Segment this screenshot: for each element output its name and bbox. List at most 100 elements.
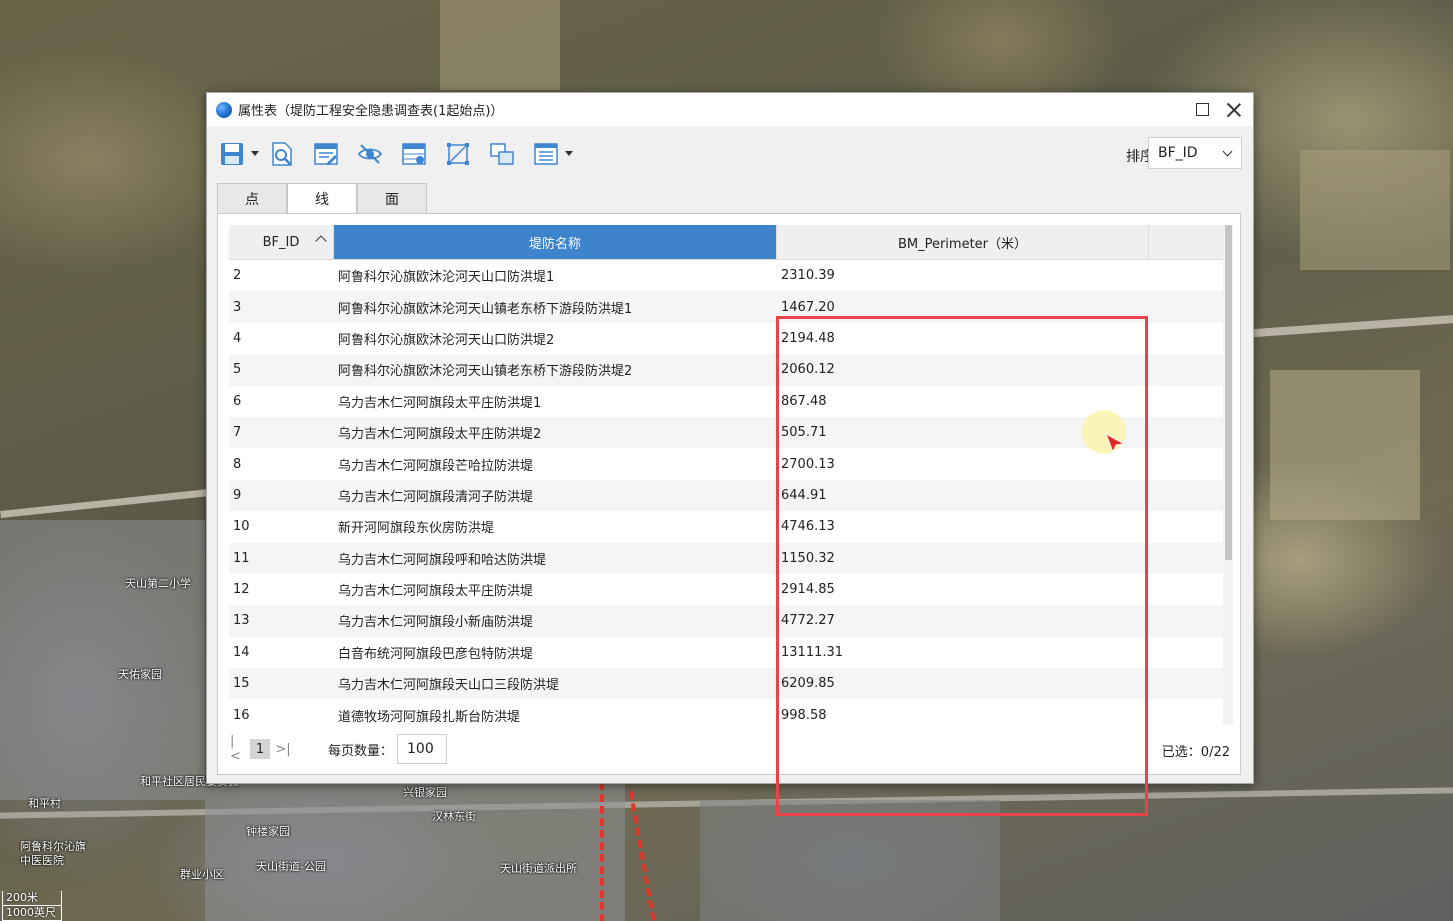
cell-dike-name[interactable]: 乌力吉木仁河阿旗段天山口三段防洪堤 xyxy=(334,668,777,699)
column-header-perimeter[interactable]: BM_Perimeter（米） xyxy=(777,225,1149,259)
cell-filler xyxy=(1149,511,1219,542)
cell-perimeter[interactable]: 6209.85 xyxy=(777,668,1149,699)
cell-bf-id[interactable]: 3 xyxy=(229,291,334,322)
map-label: 阿鲁科尔沁旗中医医院 xyxy=(20,840,86,867)
table-row[interactable]: 13 乌力吉木仁河阿旗段小新庙防洪堤 4772.27 xyxy=(229,605,1233,637)
column-header-bf-id[interactable]: BF_ID xyxy=(229,225,334,259)
cell-dike-name[interactable]: 乌力吉木仁河阿旗段小新庙防洪堤 xyxy=(334,605,777,636)
cell-dike-name[interactable]: 乌力吉木仁河阿旗段太平庄防洪堤2 xyxy=(334,417,777,448)
table-row[interactable]: 12 乌力吉木仁河阿旗段太平庄防洪堤 2914.85 xyxy=(229,574,1233,605)
vertical-scrollbar[interactable] xyxy=(1223,225,1233,725)
chevron-down-icon[interactable] xyxy=(251,151,259,156)
cell-dike-name[interactable]: 乌力吉木仁河阿旗段呼和哈达防洪堤 xyxy=(334,543,777,574)
cell-bf-id[interactable]: 11 xyxy=(229,543,334,574)
table-settings-button[interactable] xyxy=(401,140,429,168)
cell-perimeter[interactable]: 644.91 xyxy=(777,480,1149,511)
chevron-down-icon xyxy=(1222,146,1233,157)
link-button[interactable] xyxy=(489,140,517,168)
cell-perimeter[interactable]: 4772.27 xyxy=(777,605,1149,636)
tab-polygon[interactable]: 面 xyxy=(357,183,427,213)
cell-filler xyxy=(1149,699,1219,725)
preview-button[interactable] xyxy=(269,140,297,168)
table-row[interactable]: 9 乌力吉木仁河阿旗段清河子防洪堤 644.91 xyxy=(229,479,1233,512)
table-row[interactable]: 16 道德牧场河阿旗段扎斯台防洪堤 998.58 xyxy=(229,699,1233,725)
close-button[interactable] xyxy=(1217,93,1251,126)
maximize-button[interactable] xyxy=(1185,93,1219,126)
cell-bf-id[interactable]: 8 xyxy=(229,448,334,479)
cell-filler xyxy=(1149,354,1219,385)
tab-point[interactable]: 点 xyxy=(217,183,287,213)
cell-dike-name[interactable]: 阿鲁科尔沁旗欧沐沦河天山镇老东桥下游段防洪堤1 xyxy=(334,291,777,322)
per-page-input[interactable]: 100 xyxy=(397,734,448,764)
cell-perimeter[interactable]: 2700.13 xyxy=(777,448,1149,479)
cell-bf-id[interactable]: 5 xyxy=(229,354,334,385)
table-settings-icon xyxy=(402,143,426,165)
cell-perimeter[interactable]: 2060.12 xyxy=(777,354,1149,385)
hide-icon xyxy=(357,144,383,164)
cell-perimeter[interactable]: 2310.39 xyxy=(777,260,1149,291)
current-page-button[interactable]: 1 xyxy=(250,739,270,759)
table-row[interactable]: 5 阿鲁科尔沁旗欧沐沦河天山镇老东桥下游段防洪堤2 2060.12 xyxy=(229,354,1233,386)
cell-bf-id[interactable]: 14 xyxy=(229,637,334,668)
hide-button[interactable] xyxy=(357,140,385,168)
column-header-dike-name[interactable]: 堤防名称 xyxy=(334,225,777,259)
cell-perimeter[interactable]: 2914.85 xyxy=(777,574,1149,605)
first-page-icon[interactable]: |< xyxy=(230,734,244,764)
cell-bf-id[interactable]: 16 xyxy=(229,699,334,725)
last-page-icon[interactable]: >| xyxy=(275,742,290,757)
table-row[interactable]: 11 乌力吉木仁河阿旗段呼和哈达防洪堤 1150.32 xyxy=(229,542,1233,574)
chevron-down-icon[interactable] xyxy=(565,151,573,156)
app-logo-icon xyxy=(216,101,232,118)
column-header-label: BF_ID xyxy=(262,234,300,250)
cell-bf-id[interactable]: 2 xyxy=(229,260,334,291)
selected-count: 已选：0/22 xyxy=(1161,745,1230,760)
table-row[interactable]: 10 新开河阿旗段东伙房防洪堤 4746.13 xyxy=(229,511,1233,542)
table-row[interactable]: 8 乌力吉木仁河阿旗段芒哈拉防洪堤 2700.13 xyxy=(229,448,1233,479)
map-field xyxy=(440,0,560,90)
cell-bf-id[interactable]: 7 xyxy=(229,417,334,448)
cell-perimeter[interactable]: 998.58 xyxy=(777,699,1149,725)
table-row[interactable]: 6 乌力吉木仁河阿旗段太平庄防洪堤1 867.48 xyxy=(229,386,1233,417)
cell-perimeter[interactable]: 2194.48 xyxy=(777,323,1149,354)
cell-bf-id[interactable]: 15 xyxy=(229,668,334,699)
select-extent-button[interactable] xyxy=(445,140,473,168)
cell-dike-name[interactable]: 白音布统河阿旗段巴彦包特防洪堤 xyxy=(334,637,777,668)
cell-dike-name[interactable]: 道德牧场河阿旗段扎斯台防洪堤 xyxy=(334,699,777,725)
sort-ascending-icon xyxy=(315,235,327,247)
cell-perimeter[interactable]: 4746.13 xyxy=(777,511,1149,542)
cell-dike-name[interactable]: 新开河阿旗段东伙房防洪堤 xyxy=(334,511,777,542)
cursor-arrow-icon xyxy=(1105,432,1126,454)
tab-line[interactable]: 线 xyxy=(287,183,357,214)
cell-bf-id[interactable]: 9 xyxy=(229,480,334,511)
table-row[interactable]: 4 阿鲁科尔沁旗欧沐沦河天山口防洪堤2 2194.48 xyxy=(229,323,1233,354)
cell-bf-id[interactable]: 12 xyxy=(229,574,334,605)
list-options-button[interactable] xyxy=(533,140,573,168)
edit-button[interactable] xyxy=(313,140,341,168)
cell-perimeter[interactable]: 1467.20 xyxy=(777,291,1149,322)
cell-bf-id[interactable]: 6 xyxy=(229,386,334,417)
cell-dike-name[interactable]: 阿鲁科尔沁旗欧沐沦河天山镇老东桥下游段防洪堤2 xyxy=(334,354,777,385)
save-button[interactable] xyxy=(219,140,259,168)
cell-bf-id[interactable]: 10 xyxy=(229,511,334,542)
cell-dike-name[interactable]: 乌力吉木仁河阿旗段太平庄防洪堤1 xyxy=(334,386,777,417)
cell-dike-name[interactable]: 阿鲁科尔沁旗欧沐沦河天山口防洪堤1 xyxy=(334,260,777,291)
title-bar[interactable]: 属性表（堤防工程安全隐患调查表(1起始点)） xyxy=(207,93,1253,126)
cell-dike-name[interactable]: 乌力吉木仁河阿旗段太平庄防洪堤 xyxy=(334,574,777,605)
table-row[interactable]: 2 阿鲁科尔沁旗欧沐沦河天山口防洪堤1 2310.39 xyxy=(229,260,1233,291)
cell-bf-id[interactable]: 4 xyxy=(229,323,334,354)
scrollbar-thumb[interactable] xyxy=(1225,225,1232,560)
table-row[interactable]: 15 乌力吉木仁河阿旗段天山口三段防洪堤 6209.85 xyxy=(229,668,1233,700)
cell-dike-name[interactable]: 乌力吉木仁河阿旗段芒哈拉防洪堤 xyxy=(334,448,777,479)
attribute-grid: BF_ID 堤防名称 BM_Perimeter（米） 2 阿鲁科尔沁旗欧沐沦河天山… xyxy=(229,225,1233,725)
table-row[interactable]: 3 阿鲁科尔沁旗欧沐沦河天山镇老东桥下游段防洪堤1 1467.20 xyxy=(229,291,1233,323)
cell-perimeter[interactable]: 1150.32 xyxy=(777,543,1149,574)
window-title: 属性表（堤防工程安全隐患调查表(1起始点)） xyxy=(238,104,504,119)
cell-perimeter[interactable]: 13111.31 xyxy=(777,637,1149,668)
cell-bf-id[interactable]: 13 xyxy=(229,605,334,636)
sort-field-select[interactable]: BF_ID xyxy=(1148,137,1242,169)
geometry-tabs: 点 线 面 xyxy=(217,183,427,214)
per-page-label: 每页数量： xyxy=(328,743,394,759)
cell-dike-name[interactable]: 阿鲁科尔沁旗欧沐沦河天山口防洪堤2 xyxy=(334,323,777,354)
cell-dike-name[interactable]: 乌力吉木仁河阿旗段清河子防洪堤 xyxy=(334,480,777,511)
table-row[interactable]: 14 白音布统河阿旗段巴彦包特防洪堤 13111.31 xyxy=(229,637,1233,668)
